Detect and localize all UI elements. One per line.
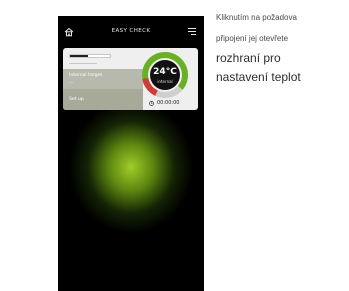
temperature-value: 24°C (153, 67, 177, 77)
caption-line-1: Kliknutím na požadova (216, 13, 297, 22)
battery-bar (69, 54, 111, 58)
setup-label: Set up (69, 97, 84, 102)
battery-fill (70, 55, 88, 57)
internal-target-value: --- (69, 80, 74, 85)
hamburger-menu-icon[interactable] (188, 28, 196, 35)
device-card[interactable]: Internal target --- Set up 24°C internal… (63, 48, 198, 110)
top-bar: EASY CHECK (58, 16, 204, 48)
card-info: Internal target --- Set up (63, 48, 143, 110)
setup-button[interactable]: Set up (63, 89, 143, 110)
internal-target-button[interactable]: Internal target --- (63, 69, 143, 89)
internal-target-label: Internal target (69, 73, 103, 78)
app-title: EASY CHECK (111, 28, 151, 34)
phone-screen: EASY CHECK Internal target --- Set up 24… (58, 16, 204, 291)
caption-line-3: rozhraní pro (216, 51, 281, 65)
divider (69, 63, 97, 64)
caption-line-2: připojení jej otevřete (216, 34, 289, 43)
timer-value: 00:00:00 (157, 100, 180, 106)
caption-line-4: nastavení teplot (216, 70, 301, 84)
clock-icon (149, 101, 154, 106)
temperature-label: internal (157, 79, 173, 84)
